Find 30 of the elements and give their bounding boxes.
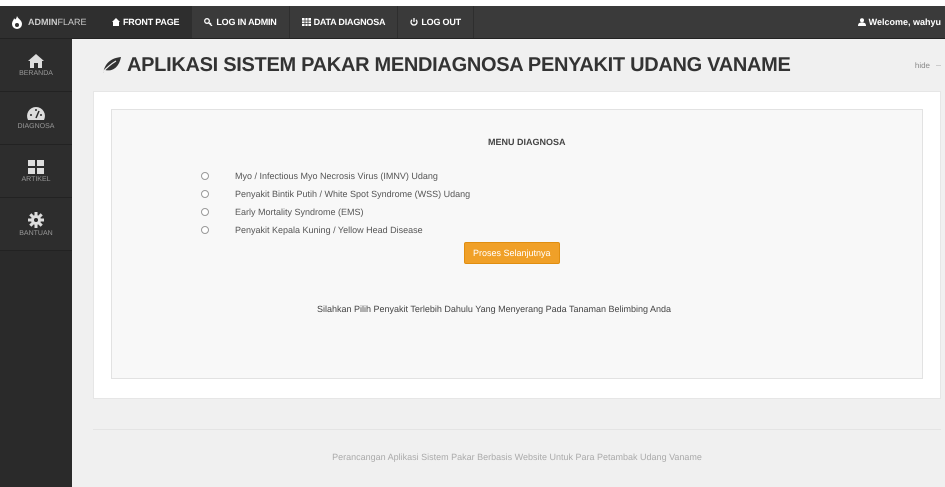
option-label[interactable]: Early Mortality Syndrome (EMS) [235,206,364,216]
power-icon [410,18,418,26]
radio-button[interactable] [201,190,209,198]
gear-icon [28,212,44,228]
home-icon [28,54,44,68]
home-icon [112,18,120,26]
option-label[interactable]: Penyakit Bintik Putih / White Spot Syndrome (WSS) Udang [235,188,470,198]
option-label[interactable]: Myo / Infectious Myo Necrosis Virus (IMNV) Udang [235,170,438,180]
radio-button[interactable] [201,226,209,234]
instruction-text: Silahkan Pilih Penyakit Terlebih Dahulu Yang Menyerang Pada Tanaman Belimbing Anda [317,304,672,314]
radio-button[interactable] [201,172,209,180]
gauge-icon [27,106,45,120]
minus-icon [936,64,941,66]
flame-icon [10,15,24,29]
page-title: APLIKASI SISTEM PAKAR MENDIAGNOSA PENYAKIT UDANG VANAME [127,54,791,76]
key-icon [204,18,214,26]
leaf-icon [101,57,121,73]
section-heading: MENU DIAGNOSA [488,137,566,147]
nav-link[interactable]: DATA DIAGNOSA [290,6,398,38]
user-menu[interactable]: Welcome, wahyu [858,6,945,38]
nav-link[interactable]: LOG OUT [398,6,474,38]
user-icon [858,18,866,26]
nav-link[interactable]: FRONT PAGE [100,6,192,38]
nav-link[interactable]: LOG IN ADMIN [192,6,290,38]
radio-button[interactable] [201,208,209,216]
table-icon [302,18,311,26]
brand-name[interactable]: ADMINFLARE [28,17,87,27]
option-label[interactable]: Penyakit Kepala Kuning / Yellow Head Disease [235,224,423,234]
footer-text: Perancangan Aplikasi Sistem Pakar Berbasis Website Untuk Para Petambak Udang Vaname [332,452,702,464]
grid-icon [28,160,44,174]
